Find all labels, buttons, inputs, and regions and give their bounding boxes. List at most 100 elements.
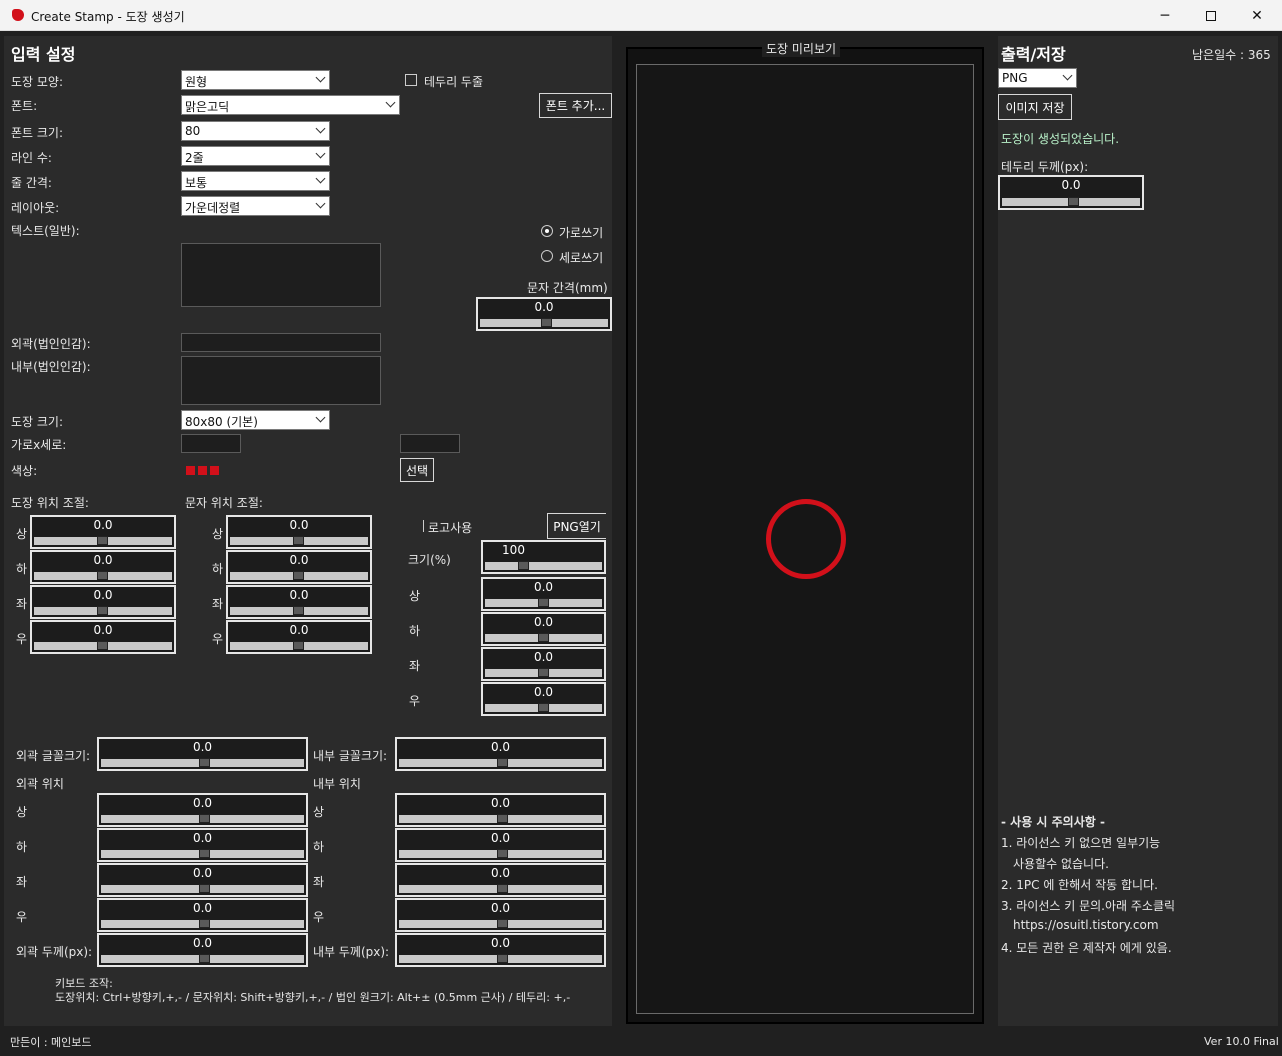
position-spin[interactable]: 0.0 (30, 515, 176, 549)
slider-track[interactable] (101, 884, 304, 893)
logo-size-spin[interactable]: 100 (481, 540, 606, 574)
slider-thumb[interactable] (293, 641, 304, 650)
border-thickness-spin[interactable]: 0.0 (998, 175, 1144, 210)
line-spacing-select[interactable]: 보통 (181, 171, 330, 191)
slider-track[interactable] (34, 571, 172, 580)
inner-input[interactable] (181, 356, 381, 405)
position-spin[interactable]: 0.0 (481, 682, 606, 716)
minimize-icon[interactable]: ─ (1142, 0, 1188, 31)
position-spin[interactable]: 0.0 (97, 863, 308, 897)
slider-track[interactable] (485, 703, 602, 712)
position-spin[interactable]: 0.0 (226, 585, 372, 619)
license-link[interactable]: https://osuitl.tistory.com (1013, 918, 1159, 932)
slider-track[interactable] (399, 954, 602, 963)
slider-thumb[interactable] (199, 954, 210, 963)
slider-thumb[interactable] (1068, 197, 1079, 206)
outer-font-size-spin[interactable]: 0.0 (97, 737, 308, 771)
position-spin[interactable]: 0.0 (395, 898, 606, 932)
slider-thumb[interactable] (199, 849, 210, 858)
slider-thumb[interactable] (199, 758, 210, 767)
slider-thumb[interactable] (199, 884, 210, 893)
inner-font-size-spin[interactable]: 0.0 (395, 737, 606, 771)
slider-track[interactable] (101, 758, 304, 767)
slider-track[interactable] (34, 606, 172, 615)
position-spin[interactable]: 0.0 (97, 898, 308, 932)
close-icon[interactable]: ✕ (1234, 0, 1280, 31)
slider-track[interactable] (399, 849, 602, 858)
slider-track[interactable] (1002, 197, 1140, 206)
stamp-size-select[interactable]: 80x80 (기본) (181, 410, 330, 430)
layout-select[interactable]: 가운데정렬 (181, 196, 330, 216)
position-spin[interactable]: 0.0 (395, 793, 606, 827)
slider-track[interactable] (480, 318, 608, 327)
slider-thumb[interactable] (97, 536, 108, 545)
position-spin[interactable]: 0.0 (481, 612, 606, 646)
position-spin[interactable]: 0.0 (30, 585, 176, 619)
slider-track[interactable] (34, 536, 172, 545)
slider-thumb[interactable] (497, 814, 508, 823)
text-normal-input[interactable] (181, 243, 381, 307)
slider-thumb[interactable] (97, 571, 108, 580)
position-spin[interactable]: 0.0 (226, 550, 372, 584)
slider-track[interactable] (101, 954, 304, 963)
slider-thumb[interactable] (497, 849, 508, 858)
slider-track[interactable] (230, 536, 368, 545)
slider-thumb[interactable] (497, 884, 508, 893)
position-spin[interactable]: 0.0 (97, 828, 308, 862)
horizontal-radio[interactable] (541, 225, 553, 237)
position-spin[interactable]: 0.0 (30, 550, 176, 584)
lines-select[interactable]: 2줄 (181, 146, 330, 166)
maximize-icon[interactable] (1188, 0, 1234, 31)
slider-thumb[interactable] (538, 633, 549, 642)
format-select[interactable]: PNG (998, 68, 1077, 88)
outer-input[interactable] (181, 333, 381, 352)
border-double-checkbox[interactable] (405, 74, 417, 86)
slider-track[interactable] (399, 758, 602, 767)
shape-select[interactable]: 원형 (181, 70, 330, 90)
font-select[interactable]: 맑은고딕 (181, 95, 400, 115)
outer-thickness-spin[interactable]: 0.0 (97, 933, 308, 967)
slider-track[interactable] (101, 814, 304, 823)
slider-thumb[interactable] (538, 598, 549, 607)
slider-thumb[interactable] (538, 668, 549, 677)
slider-thumb[interactable] (538, 703, 549, 712)
slider-thumb[interactable] (518, 561, 529, 570)
width-input[interactable] (181, 434, 241, 453)
slider-thumb[interactable] (97, 641, 108, 650)
inner-thickness-spin[interactable]: 0.0 (395, 933, 606, 967)
position-spin[interactable]: 0.0 (226, 620, 372, 654)
char-spacing-spin[interactable]: 0.0 (476, 297, 612, 331)
slider-thumb[interactable] (293, 606, 304, 615)
slider-track[interactable] (485, 561, 602, 570)
png-open-button[interactable]: PNG열기 (547, 513, 606, 539)
vertical-radio[interactable] (541, 250, 553, 262)
slider-thumb[interactable] (541, 318, 552, 327)
position-spin[interactable]: 0.0 (481, 577, 606, 611)
slider-thumb[interactable] (497, 954, 508, 963)
slider-track[interactable] (230, 641, 368, 650)
slider-track[interactable] (485, 633, 602, 642)
slider-track[interactable] (101, 849, 304, 858)
slider-track[interactable] (399, 884, 602, 893)
slider-thumb[interactable] (497, 758, 508, 767)
save-image-button[interactable]: 이미지 저장 (998, 94, 1072, 120)
position-spin[interactable]: 0.0 (30, 620, 176, 654)
position-spin[interactable]: 0.0 (395, 828, 606, 862)
slider-track[interactable] (230, 606, 368, 615)
slider-track[interactable] (485, 668, 602, 677)
slider-track[interactable] (399, 814, 602, 823)
font-size-select[interactable]: 80 (181, 121, 330, 141)
slider-thumb[interactable] (199, 919, 210, 928)
slider-track[interactable] (34, 641, 172, 650)
slider-thumb[interactable] (199, 814, 210, 823)
position-spin[interactable]: 0.0 (97, 793, 308, 827)
color-select-button[interactable]: 선택 (400, 458, 434, 482)
slider-thumb[interactable] (293, 571, 304, 580)
position-spin[interactable]: 0.0 (395, 863, 606, 897)
slider-track[interactable] (230, 571, 368, 580)
slider-thumb[interactable] (497, 919, 508, 928)
height-input[interactable] (400, 434, 460, 453)
slider-track[interactable] (101, 919, 304, 928)
position-spin[interactable]: 0.0 (226, 515, 372, 549)
position-spin[interactable]: 0.0 (481, 647, 606, 681)
